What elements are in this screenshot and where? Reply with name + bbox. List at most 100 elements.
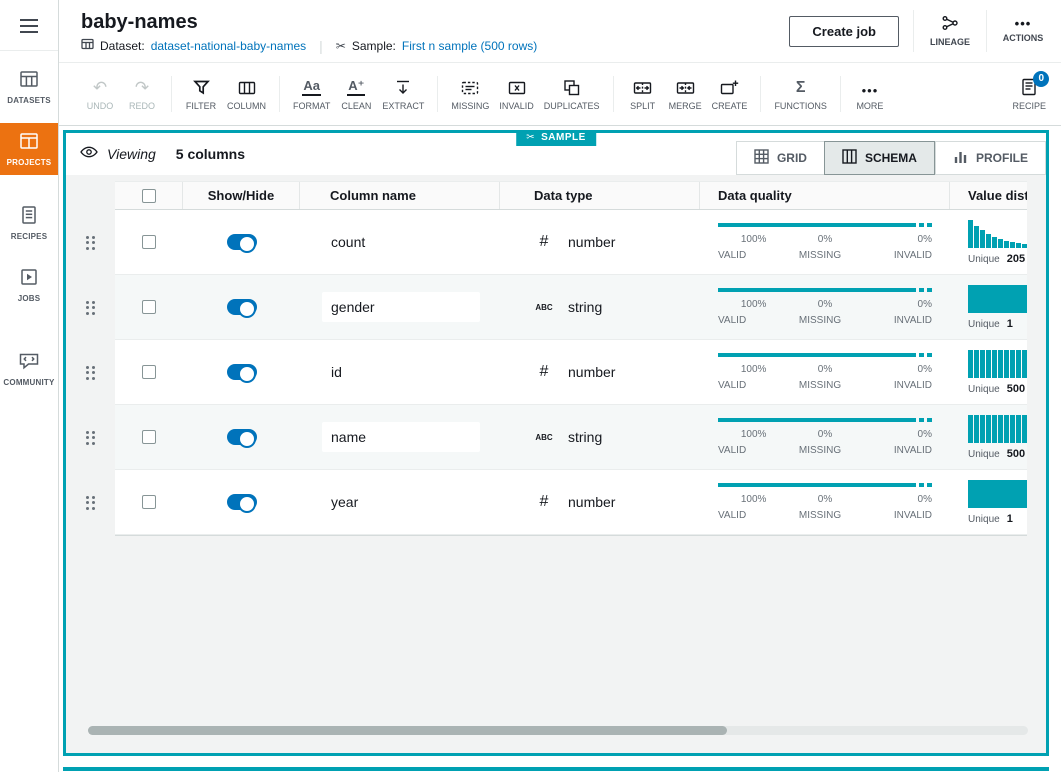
divider	[840, 76, 841, 112]
row-drag-handle[interactable]	[66, 210, 115, 275]
show-hide-toggle[interactable]	[227, 494, 257, 510]
missing-button[interactable]: MISSING	[446, 78, 494, 111]
table-row: gender ABC string 100%0%0% VALIDMISSINGI…	[115, 275, 1027, 340]
split-button[interactable]: SPLIT	[622, 78, 664, 111]
actions-button[interactable]: ••• ACTIONS	[1001, 19, 1045, 43]
tool-label: DUPLICATES	[544, 101, 600, 111]
horizontal-scrollbar-thumb[interactable]	[88, 726, 727, 735]
row-checkbox[interactable]	[142, 300, 156, 314]
select-all-checkbox[interactable]	[142, 189, 156, 203]
data-quality-labels: VALIDMISSINGINVALID	[718, 445, 932, 456]
sidebar-item-label: DATASETS	[7, 96, 51, 105]
sample-badge[interactable]: ✂ SAMPLE	[516, 130, 596, 146]
extract-button[interactable]: EXTRACT	[377, 78, 429, 111]
tab-grid[interactable]: GRID	[736, 141, 824, 175]
schema-workspace: ✂ SAMPLE Viewing 5 columns GRID	[63, 130, 1049, 756]
clean-icon: A⁺	[347, 78, 365, 96]
format-icon: Aa	[302, 78, 321, 96]
merge-button[interactable]: MERGE	[664, 78, 707, 111]
data-type-label: number	[568, 364, 615, 380]
transform-toolbar: ↶ UNDO ↷ REDO FILTER COLUMN	[59, 62, 1061, 126]
create-job-button[interactable]: Create job	[789, 16, 899, 47]
recipes-icon	[19, 205, 39, 227]
table-row: count # number 100%0%0% VALIDMISSINGINVA…	[115, 210, 1027, 275]
recipe-button[interactable]: 0 RECIPE	[1007, 78, 1051, 111]
merge-icon	[676, 78, 695, 96]
sidebar-item-label: PROJECTS	[7, 158, 52, 167]
show-hide-toggle[interactable]	[227, 299, 257, 315]
unique-count: Unique500	[968, 448, 1025, 460]
format-button[interactable]: Aa FORMAT	[288, 78, 335, 111]
sidebar-item-projects[interactable]: PROJECTS	[0, 123, 58, 175]
value-distribution-histogram	[968, 480, 1027, 508]
create-column-button[interactable]: CREATE	[707, 78, 753, 111]
ellipsis-icon: •••	[1015, 19, 1032, 29]
column-button[interactable]: COLUMN	[222, 78, 271, 111]
column-name-field[interactable]: count	[322, 227, 480, 257]
column-name-field[interactable]: name	[322, 422, 480, 452]
sample-link[interactable]: First n sample (500 rows)	[402, 39, 537, 53]
bottom-accent-bar	[63, 767, 1049, 771]
clean-button[interactable]: A⁺ CLEAN	[335, 78, 377, 111]
row-drag-handle[interactable]	[66, 275, 115, 340]
tool-label: MISSING	[451, 101, 489, 111]
column-name-field[interactable]: gender	[322, 292, 480, 322]
project-title: baby-names	[81, 11, 537, 34]
page-header: baby-names Dataset: dataset-national-bab…	[59, 0, 1061, 62]
lineage-button[interactable]: LINEAGE	[928, 15, 972, 47]
row-checkbox[interactable]	[142, 495, 156, 509]
datasets-icon	[19, 69, 39, 91]
row-drag-handle[interactable]	[66, 405, 115, 470]
data-quality-labels: VALIDMISSINGINVALID	[718, 250, 932, 261]
data-quality-bar	[718, 353, 932, 357]
hamburger-menu-icon[interactable]	[0, 0, 58, 51]
column-name-field[interactable]: id	[322, 357, 480, 387]
show-hide-toggle[interactable]	[227, 364, 257, 380]
row-checkbox[interactable]	[142, 365, 156, 379]
functions-button[interactable]: Σ FUNCTIONS	[769, 78, 832, 111]
undo-button[interactable]: ↶ UNDO	[79, 78, 121, 111]
sidebar-item-community[interactable]: COMMUNITY	[0, 343, 58, 395]
sample-scissors-icon: ✂	[336, 39, 346, 53]
invalid-icon	[508, 78, 526, 96]
tool-label: RECIPE	[1012, 101, 1046, 111]
row-drag-handle[interactable]	[66, 340, 115, 405]
tool-label: CLEAN	[341, 101, 371, 111]
viewing-label: Viewing	[107, 146, 156, 162]
row-checkbox[interactable]	[142, 235, 156, 249]
show-hide-toggle[interactable]	[227, 429, 257, 445]
row-checkbox[interactable]	[142, 430, 156, 444]
dataset-link[interactable]: dataset-national-baby-names	[151, 39, 306, 53]
redo-button[interactable]: ↷ REDO	[121, 78, 163, 111]
column-name-field[interactable]: year	[322, 487, 480, 517]
tab-profile[interactable]: PROFILE	[935, 141, 1046, 175]
extract-icon	[394, 78, 412, 96]
divider	[613, 76, 614, 112]
header-data-type: Data type	[500, 182, 700, 209]
sidebar-item-recipes[interactable]: RECIPES	[0, 197, 58, 249]
projects-icon	[19, 131, 39, 153]
duplicates-button[interactable]: DUPLICATES	[539, 78, 605, 111]
invalid-button[interactable]: INVALID	[494, 78, 538, 111]
more-button[interactable]: ••• MORE	[849, 78, 891, 111]
horizontal-scrollbar-track[interactable]	[88, 726, 1028, 735]
table-row: id # number 100%0%0% VALIDMISSINGINVALID	[115, 340, 1027, 405]
column-count: 5 columns	[176, 146, 245, 162]
show-hide-toggle[interactable]	[227, 234, 257, 250]
unique-count: Unique1	[968, 318, 1013, 330]
tool-label: INVALID	[499, 101, 533, 111]
filter-button[interactable]: FILTER	[180, 78, 222, 111]
value-distribution-histogram	[968, 415, 1027, 443]
sidebar-item-datasets[interactable]: DATASETS	[0, 61, 58, 113]
functions-icon: Σ	[796, 78, 806, 96]
number-type-icon: #	[532, 493, 556, 511]
tool-label: UNDO	[87, 101, 114, 111]
data-quality-labels: VALIDMISSINGINVALID	[718, 510, 932, 521]
row-drag-handle[interactable]	[66, 470, 115, 535]
divider: |	[319, 38, 323, 54]
tab-schema[interactable]: SCHEMA	[824, 141, 935, 175]
unique-count: Unique1	[968, 513, 1013, 525]
actions-label: ACTIONS	[1003, 33, 1044, 43]
eye-icon	[80, 145, 98, 164]
sidebar-item-jobs[interactable]: JOBS	[0, 259, 58, 311]
